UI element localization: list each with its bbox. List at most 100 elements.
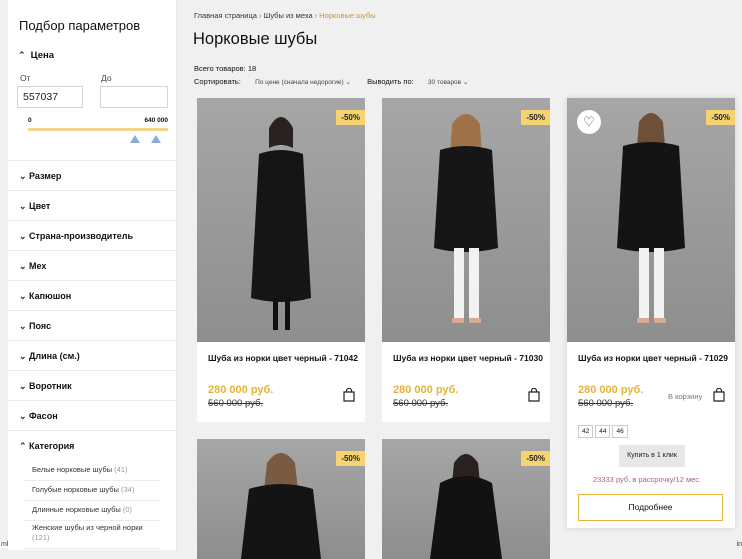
buy-one-click-button[interactable]: Купить в 1 клик xyxy=(619,445,685,467)
model-photo xyxy=(434,114,498,323)
product-image[interactable]: -50% xyxy=(197,98,365,342)
product-price: 280 000 руб. xyxy=(393,384,459,396)
range-handle-min[interactable] xyxy=(130,135,140,143)
filter-label: Фасон xyxy=(29,411,58,421)
product-name[interactable]: Шуба из норки цвет черный - 71042 xyxy=(208,352,358,365)
filter-label: Цвет xyxy=(29,201,51,211)
filter-belt[interactable]: ⌄ Пояс xyxy=(8,310,176,341)
category-label: Голубые норковые шубы xyxy=(32,485,119,494)
discount-badge: -50% xyxy=(521,451,550,466)
product-old-price: 560 000 руб. xyxy=(578,398,634,409)
installment-text: 23333 руб. в рассрочку/12 мес. xyxy=(593,475,702,484)
shopping-bag-icon[interactable] xyxy=(713,388,725,402)
size-selector: 42 44 46 xyxy=(578,420,630,438)
size-option[interactable]: 42 xyxy=(578,425,594,438)
discount-badge: -50% xyxy=(706,110,735,125)
price-from-label: От xyxy=(20,73,31,83)
category-count: (34) xyxy=(121,485,135,494)
shopping-bag-icon[interactable] xyxy=(343,388,355,402)
chevron-down-icon: ⌄ xyxy=(19,291,27,301)
add-to-cart-label[interactable]: В корзину xyxy=(668,392,702,401)
range-handle-max[interactable] xyxy=(151,135,161,143)
filter-length[interactable]: ⌄ Длина (см.) xyxy=(8,340,176,371)
breadcrumb: Главная страница › Шубы из меха › Норковые ш… xyxy=(194,11,376,20)
edge-fragment-text: ml xyxy=(0,541,10,548)
product-card[interactable]: -50% xyxy=(382,439,550,559)
model-photo xyxy=(617,113,685,323)
product-card[interactable]: -50% xyxy=(197,439,365,559)
discount-badge: -50% xyxy=(521,110,550,125)
breadcrumb-current: Норковые шубы xyxy=(319,11,376,20)
chevron-down-icon: ⌄ xyxy=(19,231,27,241)
product-name[interactable]: Шуба из норки цвет черный - 71029 xyxy=(578,352,728,365)
breadcrumb-home[interactable]: Главная страница xyxy=(194,11,257,20)
category-label: Длинные норковые шубы xyxy=(32,505,121,514)
product-old-price: 560 000 руб. xyxy=(393,398,449,409)
chevron-up-icon: ⌃ xyxy=(19,441,27,451)
category-count: (0) xyxy=(122,505,133,514)
price-filter-toggle[interactable]: ⌃ Цена xyxy=(18,50,54,61)
filter-category[interactable]: ⌃ Категория xyxy=(8,430,176,461)
price-from-input[interactable] xyxy=(17,86,83,108)
size-option[interactable]: 44 xyxy=(595,425,611,438)
price-range-slider[interactable]: 0 640 000 xyxy=(28,115,168,145)
heart-icon[interactable]: ♡ xyxy=(577,110,601,134)
sort-dropdown[interactable]: По цене (сначала недорогие) ⌄ xyxy=(255,79,351,86)
product-old-price: 560 000 руб. xyxy=(208,398,264,409)
size-option[interactable]: 46 xyxy=(612,425,628,438)
filter-label: Страна-производитель xyxy=(29,231,133,241)
product-card-hovered[interactable]: ♡ -50% Шуба из норки цвет черный - 71029… xyxy=(567,98,735,528)
filter-style[interactable]: ⌄ Фасон xyxy=(8,400,176,431)
product-card[interactable]: -50% Шуба из норки цвет черный - 71042 2… xyxy=(197,98,365,422)
chevron-up-icon: ⌃ xyxy=(18,50,26,60)
filter-label: Воротник xyxy=(29,381,72,391)
chevron-down-icon: ⌄ xyxy=(19,321,27,331)
page-title: Норковые шубы xyxy=(193,30,318,48)
total-count: Всего товаров: 18 xyxy=(194,64,257,73)
product-image[interactable]: -50% xyxy=(382,98,550,342)
filter-label: Пояс xyxy=(29,321,52,331)
chevron-down-icon: ⌄ xyxy=(19,261,27,271)
product-card[interactable]: -50% Шуба из норки цвет черный - 71030 2… xyxy=(382,98,550,422)
product-price: 280 000 руб. xyxy=(208,384,274,396)
category-count: (41) xyxy=(114,465,128,474)
product-image[interactable]: ♡ -50% xyxy=(567,98,735,342)
chevron-down-icon: ⌄ xyxy=(19,381,27,391)
filter-label: Категория xyxy=(29,441,75,451)
filter-fur[interactable]: ⌄ Мех xyxy=(8,250,176,281)
category-count: (121) xyxy=(32,533,50,542)
perpage-value: 30 товаров xyxy=(427,79,462,86)
filter-collar[interactable]: ⌄ Воротник xyxy=(8,370,176,401)
model-photo xyxy=(251,117,311,330)
filter-hood[interactable]: ⌄ Капюшон xyxy=(8,280,176,311)
filter-color[interactable]: ⌄ Цвет xyxy=(8,190,176,221)
product-image[interactable]: -50% xyxy=(382,439,550,559)
details-button[interactable]: Подробнее xyxy=(578,494,723,521)
product-image[interactable]: -50% xyxy=(197,439,365,559)
product-name[interactable]: Шуба из норки цвет черный - 71030 xyxy=(393,352,543,365)
range-max-label: 640 000 xyxy=(144,117,169,124)
chevron-down-icon: ⌄ xyxy=(19,201,27,211)
category-item[interactable]: Голубые норковые шубы (34) xyxy=(24,482,160,501)
filter-size[interactable]: ⌄ Размер xyxy=(8,160,176,191)
range-track xyxy=(28,128,168,131)
category-label: Женские шубы из черной норки xyxy=(32,523,143,532)
price-to-input[interactable] xyxy=(100,86,168,108)
range-min-label: 0 xyxy=(28,117,32,124)
category-item[interactable]: Женские шубы из черной норки (121) xyxy=(24,520,160,549)
filter-label: Мех xyxy=(29,261,47,271)
perpage-dropdown[interactable]: 30 товаров ⌄ xyxy=(428,79,469,86)
category-item[interactable]: Длинные норковые шубы (0) xyxy=(24,502,160,521)
chevron-down-icon: ⌄ xyxy=(345,79,351,86)
shopping-bag-icon[interactable] xyxy=(528,388,540,402)
breadcrumb-fur-coats[interactable]: Шубы из меха xyxy=(263,11,312,20)
filter-label: Капюшон xyxy=(29,291,72,301)
price-to-label: До xyxy=(101,73,112,83)
filter-label: Размер xyxy=(29,171,62,181)
price-filter-label: Цена xyxy=(30,50,55,61)
filter-country[interactable]: ⌄ Страна-производитель xyxy=(8,220,176,251)
filter-sidebar: Подбор параметров ⌃ Цена От До 0 640 000… xyxy=(8,0,177,550)
chevron-down-icon: ⌄ xyxy=(19,171,27,181)
category-item[interactable]: Белые норковые шубы (41) xyxy=(24,462,160,481)
chevron-down-icon: ⌄ xyxy=(19,411,27,421)
